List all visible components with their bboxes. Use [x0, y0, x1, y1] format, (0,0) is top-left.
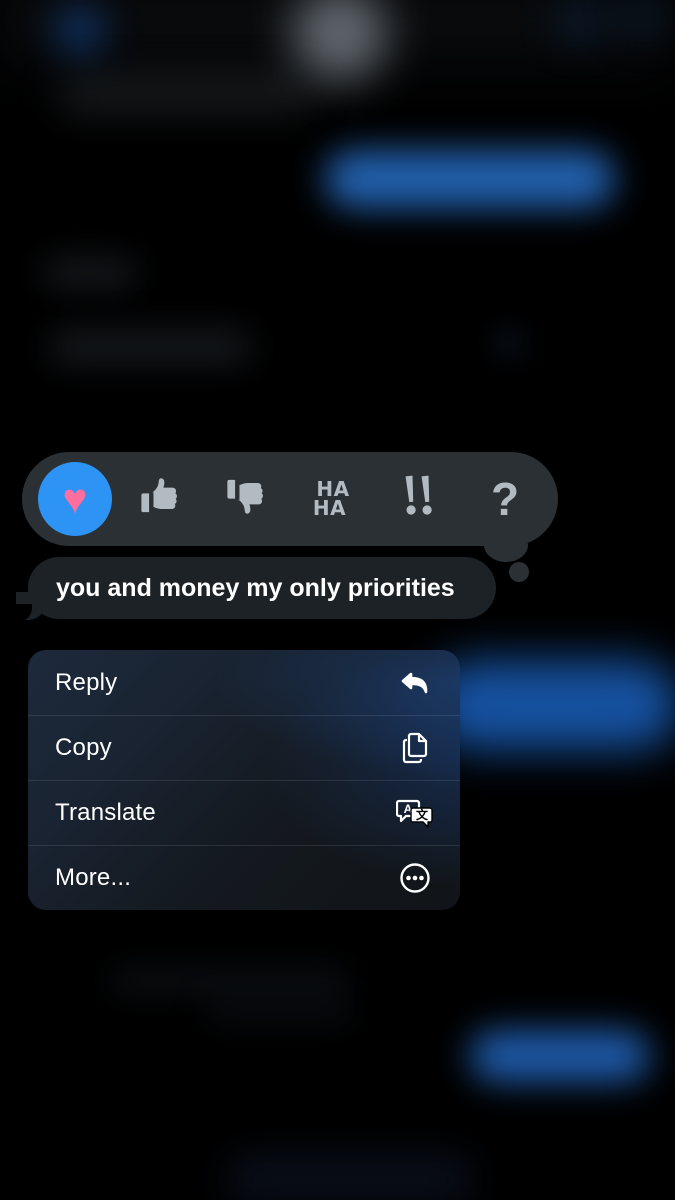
thumbs-down-icon [225, 474, 269, 525]
reaction-haha-button[interactable]: HA HA [290, 461, 376, 537]
phone-screen: ♥ HA HA ? you and money my only prioriti… [0, 0, 675, 1200]
double-exclamation-icon [399, 472, 439, 526]
reaction-heart-button[interactable]: ♥ [32, 461, 118, 537]
message-bubble[interactable]: you and money my only priorities [28, 557, 496, 619]
context-menu-item-label: Reply [55, 668, 118, 696]
context-menu-item-reply[interactable]: Reply [28, 650, 460, 715]
reaction-picker: ♥ HA HA ? [22, 452, 558, 546]
reaction-thumbs-down-button[interactable] [204, 461, 290, 537]
reaction-bar: ♥ HA HA ? [22, 452, 558, 546]
context-menu: Reply Copy Translate A 文 More... [28, 650, 460, 910]
reaction-question-button[interactable]: ? [462, 461, 548, 537]
message-text: you and money my only priorities [56, 573, 455, 602]
context-menu-item-more[interactable]: More... [28, 845, 460, 910]
context-menu-item-copy[interactable]: Copy [28, 715, 460, 780]
reaction-exclamation-button[interactable] [376, 461, 462, 537]
reply-arrow-icon [396, 664, 434, 702]
haha-icon: HA HA [312, 477, 350, 520]
reaction-thumbs-up-button[interactable] [118, 461, 204, 537]
context-menu-item-translate[interactable]: Translate A 文 [28, 780, 460, 845]
more-ellipsis-circle-icon [396, 859, 434, 897]
context-menu-item-label: More... [55, 864, 132, 891]
question-mark-icon: ? [490, 473, 520, 525]
context-menu-item-label: Copy [55, 734, 112, 761]
translate-bubbles-icon: A 文 [396, 794, 434, 832]
context-menu-item-label: Translate [55, 799, 156, 826]
heart-icon: ♥ [62, 475, 88, 522]
copy-documents-icon [396, 729, 434, 767]
reaction-bar-tail-small [509, 562, 529, 582]
thumbs-up-icon [139, 474, 183, 525]
svg-text:文: 文 [416, 807, 429, 822]
